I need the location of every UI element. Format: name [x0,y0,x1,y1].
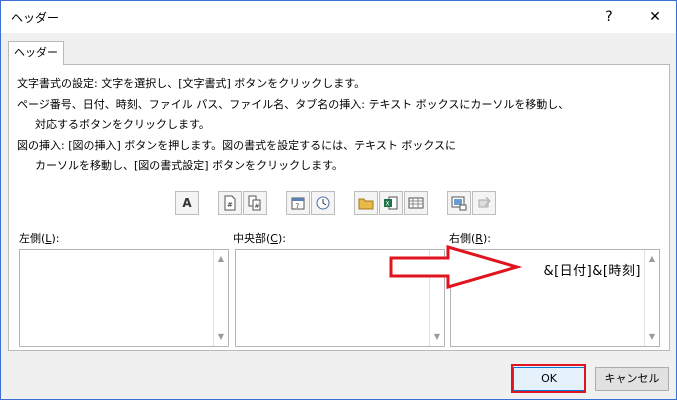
insert-pages-count-button[interactable]: # [243,191,267,215]
insert-file-path-button[interactable] [354,191,378,215]
scroll-up-icon[interactable]: ▲ [645,252,659,266]
cancel-button[interactable]: キャンセル [595,367,669,391]
format-picture-button[interactable] [472,191,496,215]
ok-button[interactable]: OK [513,367,585,391]
scroll-down-icon[interactable]: ▼ [645,330,659,344]
sheet-name-icon [408,197,424,209]
instruction-line: カーソルを移動し、[図の書式設定] ボタンをクリックします。 [35,159,343,172]
pages-count-icon: # [248,195,261,211]
file-name-icon: X [384,196,398,210]
page-number-icon: # [224,195,236,211]
file-path-icon [358,198,374,210]
right-section-value: &[日付]&[時刻] [543,264,641,279]
format-text-icon: A [182,196,192,210]
tab-header[interactable]: ヘッダー [8,41,64,65]
right-section-scrollbar[interactable]: ▲ ▼ [644,250,659,346]
insert-time-button[interactable] [311,191,335,215]
annotation-arrow-icon [389,245,523,289]
insert-picture-button[interactable] [447,191,471,215]
left-section-scrollbar[interactable]: ▲ ▼ [213,250,228,346]
scroll-down-icon[interactable]: ▼ [214,330,228,344]
title-bar: ヘッダー ? ✕ [1,1,676,33]
insert-date-button[interactable]: 7 [286,191,310,215]
insert-page-number-button[interactable]: # [218,191,242,215]
format-picture-icon [478,196,491,208]
instruction-line: ページ番号、日付、時刻、ファイル パス、ファイル名、タブ名の挿入: テキスト ボ… [17,98,570,111]
svg-text:7: 7 [296,203,300,210]
help-button[interactable]: ? [597,5,621,29]
instruction-line: 対応するボタンをクリックします。 [35,118,210,131]
format-text-button[interactable]: A [175,191,199,215]
insert-sheet-name-button[interactable] [404,191,428,215]
insert-file-name-button[interactable]: X [379,191,403,215]
instruction-line: 図の挿入: [図の挿入] ボタンを押します。図の書式を設定するには、テキスト ボ… [17,139,457,152]
close-button[interactable]: ✕ [641,5,669,29]
left-section-textbox[interactable]: ▲ ▼ [19,249,229,347]
svg-text:#: # [255,203,260,210]
instruction-line: 文字書式の設定: 文字を選択し、[文字書式] ボタンをクリックします。 [17,77,366,90]
header-dialog: ヘッダー ? ✕ ヘッダー 文字書式の設定: 文字を選択し、[文字書式] ボタン… [0,0,677,400]
insert-picture-icon [451,196,467,211]
center-section-label: 中央部(C): [233,232,286,245]
svg-text:X: X [386,201,390,208]
date-icon: 7 [291,197,305,210]
scroll-up-icon[interactable]: ▲ [214,252,228,266]
tab-panel: 文字書式の設定: 文字を選択し、[文字書式] ボタンをクリックします。 ページ番… [8,64,670,351]
dialog-title: ヘッダー [11,11,60,25]
time-icon [316,196,330,210]
scroll-down-icon[interactable]: ▼ [430,330,444,344]
left-section-label: 左側(L): [19,232,60,245]
svg-text:#: # [227,201,233,209]
